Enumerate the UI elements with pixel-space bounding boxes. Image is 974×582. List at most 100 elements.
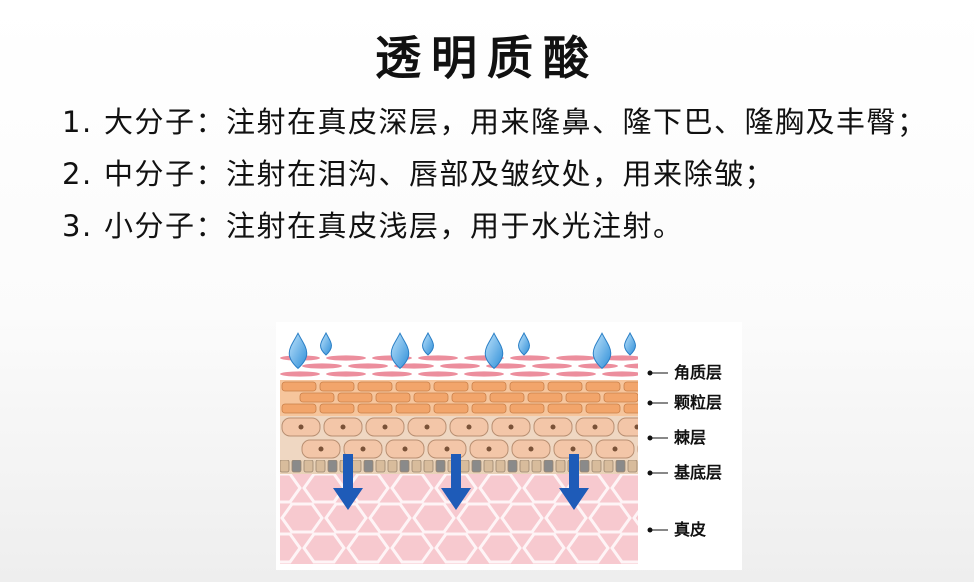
layer-label-basal: 基底层 <box>674 463 723 482</box>
dermis-cell <box>632 509 638 527</box>
corneum-cell <box>532 363 572 369</box>
water-drop-icon <box>624 331 636 356</box>
granular-cell <box>319 403 355 414</box>
basal-cell <box>615 459 626 473</box>
cell-nucleus <box>508 424 514 430</box>
corneum-cell <box>280 371 320 377</box>
basal-cell <box>459 459 470 473</box>
corneum-cell <box>372 371 412 377</box>
granular-cell <box>509 381 545 392</box>
cell-nucleus <box>634 424 638 430</box>
corneum-cell <box>302 363 342 369</box>
item-text: 小分子：注射在真皮浅层，用于水光注射。 <box>104 209 684 243</box>
granular-cell <box>357 381 393 392</box>
cell-nucleus <box>592 424 598 430</box>
cell-nucleus <box>340 424 346 430</box>
granular-cell <box>471 403 507 414</box>
basal-cell <box>519 459 530 473</box>
cell-nucleus <box>612 446 618 452</box>
corneum-cell <box>418 371 458 377</box>
basal-cell <box>411 459 422 473</box>
basal-cell <box>435 459 446 473</box>
cell-nucleus <box>298 424 304 430</box>
water-drop-icon <box>422 331 434 356</box>
spinous-cell <box>637 445 638 453</box>
granular-cell <box>565 392 601 403</box>
basal-cell <box>471 459 482 473</box>
basal-cell <box>543 459 554 473</box>
corneum-cell <box>348 363 388 369</box>
cell-nucleus <box>444 446 450 452</box>
granular-cell <box>585 381 621 392</box>
item-text: 大分子：注射在真皮深层，用来隆鼻、隆下巴、隆胸及丰臀； <box>104 105 928 139</box>
item-number: 2. <box>62 157 93 191</box>
list-item: 2. 中分子：注射在泪沟、唇部及皱纹处，用来除皱； <box>62 152 942 196</box>
granular-cell <box>375 392 411 403</box>
basal-cell <box>555 459 566 473</box>
cell-nucleus <box>382 424 388 430</box>
corneum-cell <box>326 371 366 377</box>
cell-nucleus <box>318 446 324 452</box>
corneum-cell <box>556 355 596 361</box>
granular-cell <box>509 403 545 414</box>
granular-cell <box>281 403 317 414</box>
corneum-cell <box>464 371 504 377</box>
basal-cell <box>591 459 602 473</box>
granular-cell <box>357 403 393 414</box>
layer-label-dermis: 真皮 <box>674 520 707 539</box>
corneum-cell <box>510 355 550 361</box>
basal-cell <box>387 459 398 473</box>
granular-cell <box>642 393 676 402</box>
corneum-cell <box>440 363 480 369</box>
layer-label-stratum-corneum: 角质层 <box>674 363 723 382</box>
granular-cell <box>547 403 583 414</box>
water-drop-icon <box>390 332 410 370</box>
water-drop-icon <box>320 331 332 356</box>
granular-cell <box>395 381 431 392</box>
cell-nucleus <box>360 446 366 452</box>
water-drop-icon <box>484 332 504 370</box>
granular-cell <box>489 392 525 403</box>
item-number: 3. <box>62 209 93 243</box>
corneum-cell <box>510 371 550 377</box>
granular-cell <box>623 403 638 414</box>
corneum-cell <box>556 371 596 377</box>
basal-cell <box>291 459 302 473</box>
basal-cell <box>627 459 638 473</box>
corneum-cell <box>624 363 638 369</box>
basal-cell <box>579 459 590 473</box>
skin-layers-diagram: 角质层 颗粒层 棘层 基底层 真皮 <box>276 322 742 570</box>
granular-cell <box>413 392 449 403</box>
water-drop-icon <box>518 331 530 356</box>
basal-cell <box>303 459 314 473</box>
corneum-cell <box>418 355 458 361</box>
cell-nucleus <box>550 424 556 430</box>
granular-cell <box>547 381 583 392</box>
granular-cell <box>527 392 563 403</box>
basal-cell <box>399 459 410 473</box>
basal-cell <box>603 459 614 473</box>
list-item: 1. 大分子：注射在真皮深层，用来隆鼻、隆下巴、隆胸及丰臀； <box>62 100 942 144</box>
basal-cell <box>315 459 326 473</box>
granular-cell <box>471 381 507 392</box>
granular-cell <box>603 392 638 403</box>
basal-cell <box>280 459 290 473</box>
granular-cell <box>433 381 469 392</box>
basal-cell <box>327 459 338 473</box>
basal-cell <box>423 459 434 473</box>
cell-nucleus <box>486 446 492 452</box>
cell-nucleus <box>402 446 408 452</box>
granular-cell <box>623 381 638 392</box>
layer-label-granular: 颗粒层 <box>674 393 723 412</box>
granular-cell <box>337 392 373 403</box>
granular-cell <box>299 392 335 403</box>
cell-nucleus <box>424 424 430 430</box>
layer-label-spinous: 棘层 <box>674 428 707 447</box>
water-drop-icon <box>288 332 308 370</box>
granular-cell <box>451 392 487 403</box>
corneum-cell <box>602 371 638 377</box>
basal-cell <box>375 459 386 473</box>
skin-illustration <box>280 331 676 564</box>
item-list: 1. 大分子：注射在真皮深层，用来隆鼻、隆下巴、隆胸及丰臀； 2. 中分子：注射… <box>62 100 942 256</box>
cell-nucleus <box>655 447 660 452</box>
